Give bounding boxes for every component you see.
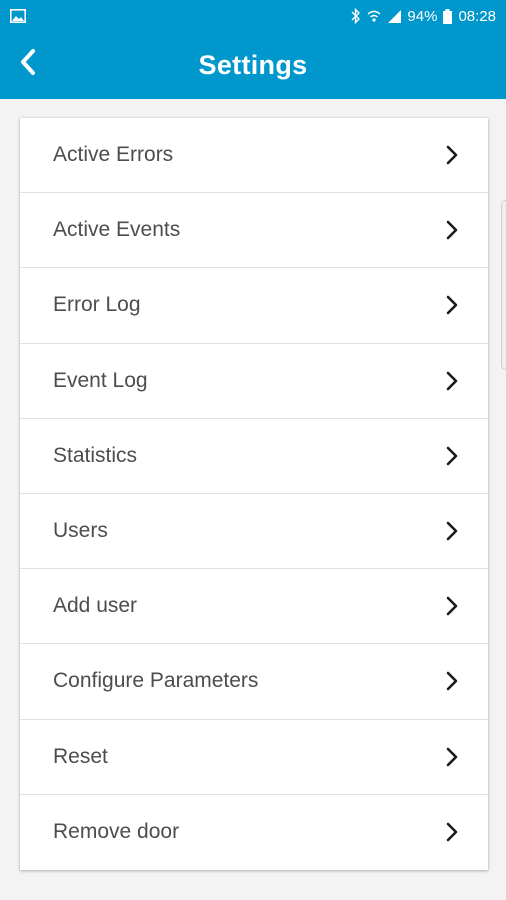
chevron-right-icon	[446, 822, 458, 842]
edge-panel-handle[interactable]	[501, 200, 506, 370]
chevron-right-icon	[446, 671, 458, 691]
chevron-right-icon	[446, 446, 458, 466]
status-right: 94% 08:28	[351, 8, 496, 25]
battery-icon	[443, 8, 453, 24]
wifi-icon	[367, 9, 381, 23]
menu-item-active-events[interactable]: Active Events	[20, 193, 488, 269]
clock: 08:28	[458, 7, 496, 25]
menu-item-statistics[interactable]: Statistics	[20, 419, 488, 494]
menu-item-add-user[interactable]: Add user	[20, 569, 488, 645]
menu-item-users[interactable]: Users	[20, 494, 488, 570]
chevron-right-icon	[446, 521, 458, 541]
chevron-right-icon	[446, 596, 458, 616]
menu-item-label: Error Log	[53, 293, 141, 317]
chevron-right-icon	[446, 145, 458, 165]
settings-menu: Active Errors Active Events Error Log Ev…	[20, 118, 488, 870]
chevron-left-icon	[18, 48, 38, 81]
menu-item-error-log[interactable]: Error Log	[20, 268, 488, 344]
menu-item-label: Event Log	[53, 368, 148, 392]
gallery-notification-icon	[10, 9, 26, 23]
battery-percent: 94%	[407, 7, 438, 25]
back-button[interactable]	[10, 46, 46, 82]
status-bar: 94% 08:28	[0, 0, 506, 32]
chevron-right-icon	[446, 371, 458, 391]
menu-item-reset[interactable]: Reset	[20, 720, 488, 795]
app-bar: Settings	[0, 32, 506, 99]
menu-item-label: Statistics	[53, 443, 138, 467]
status-left	[10, 9, 26, 23]
menu-item-configure-parameters[interactable]: Configure Parameters	[20, 644, 488, 720]
menu-item-remove-door[interactable]: Remove door	[20, 795, 488, 870]
menu-item-label: Reset	[53, 744, 108, 768]
menu-item-label: Remove door	[53, 820, 180, 844]
chevron-right-icon	[446, 747, 458, 767]
menu-item-label: Configure Parameters	[53, 669, 259, 693]
signal-icon	[387, 9, 402, 23]
menu-item-active-errors[interactable]: Active Errors	[20, 118, 488, 194]
menu-item-label: Active Events	[53, 218, 181, 242]
menu-item-event-log[interactable]: Event Log	[20, 344, 488, 419]
chevron-right-icon	[446, 295, 458, 315]
chevron-right-icon	[446, 220, 458, 240]
menu-item-label: Users	[53, 519, 108, 543]
menu-item-label: Add user	[53, 594, 138, 618]
page-title: Settings	[198, 50, 308, 80]
bluetooth-icon	[351, 8, 361, 24]
menu-item-label: Active Errors	[53, 143, 174, 167]
